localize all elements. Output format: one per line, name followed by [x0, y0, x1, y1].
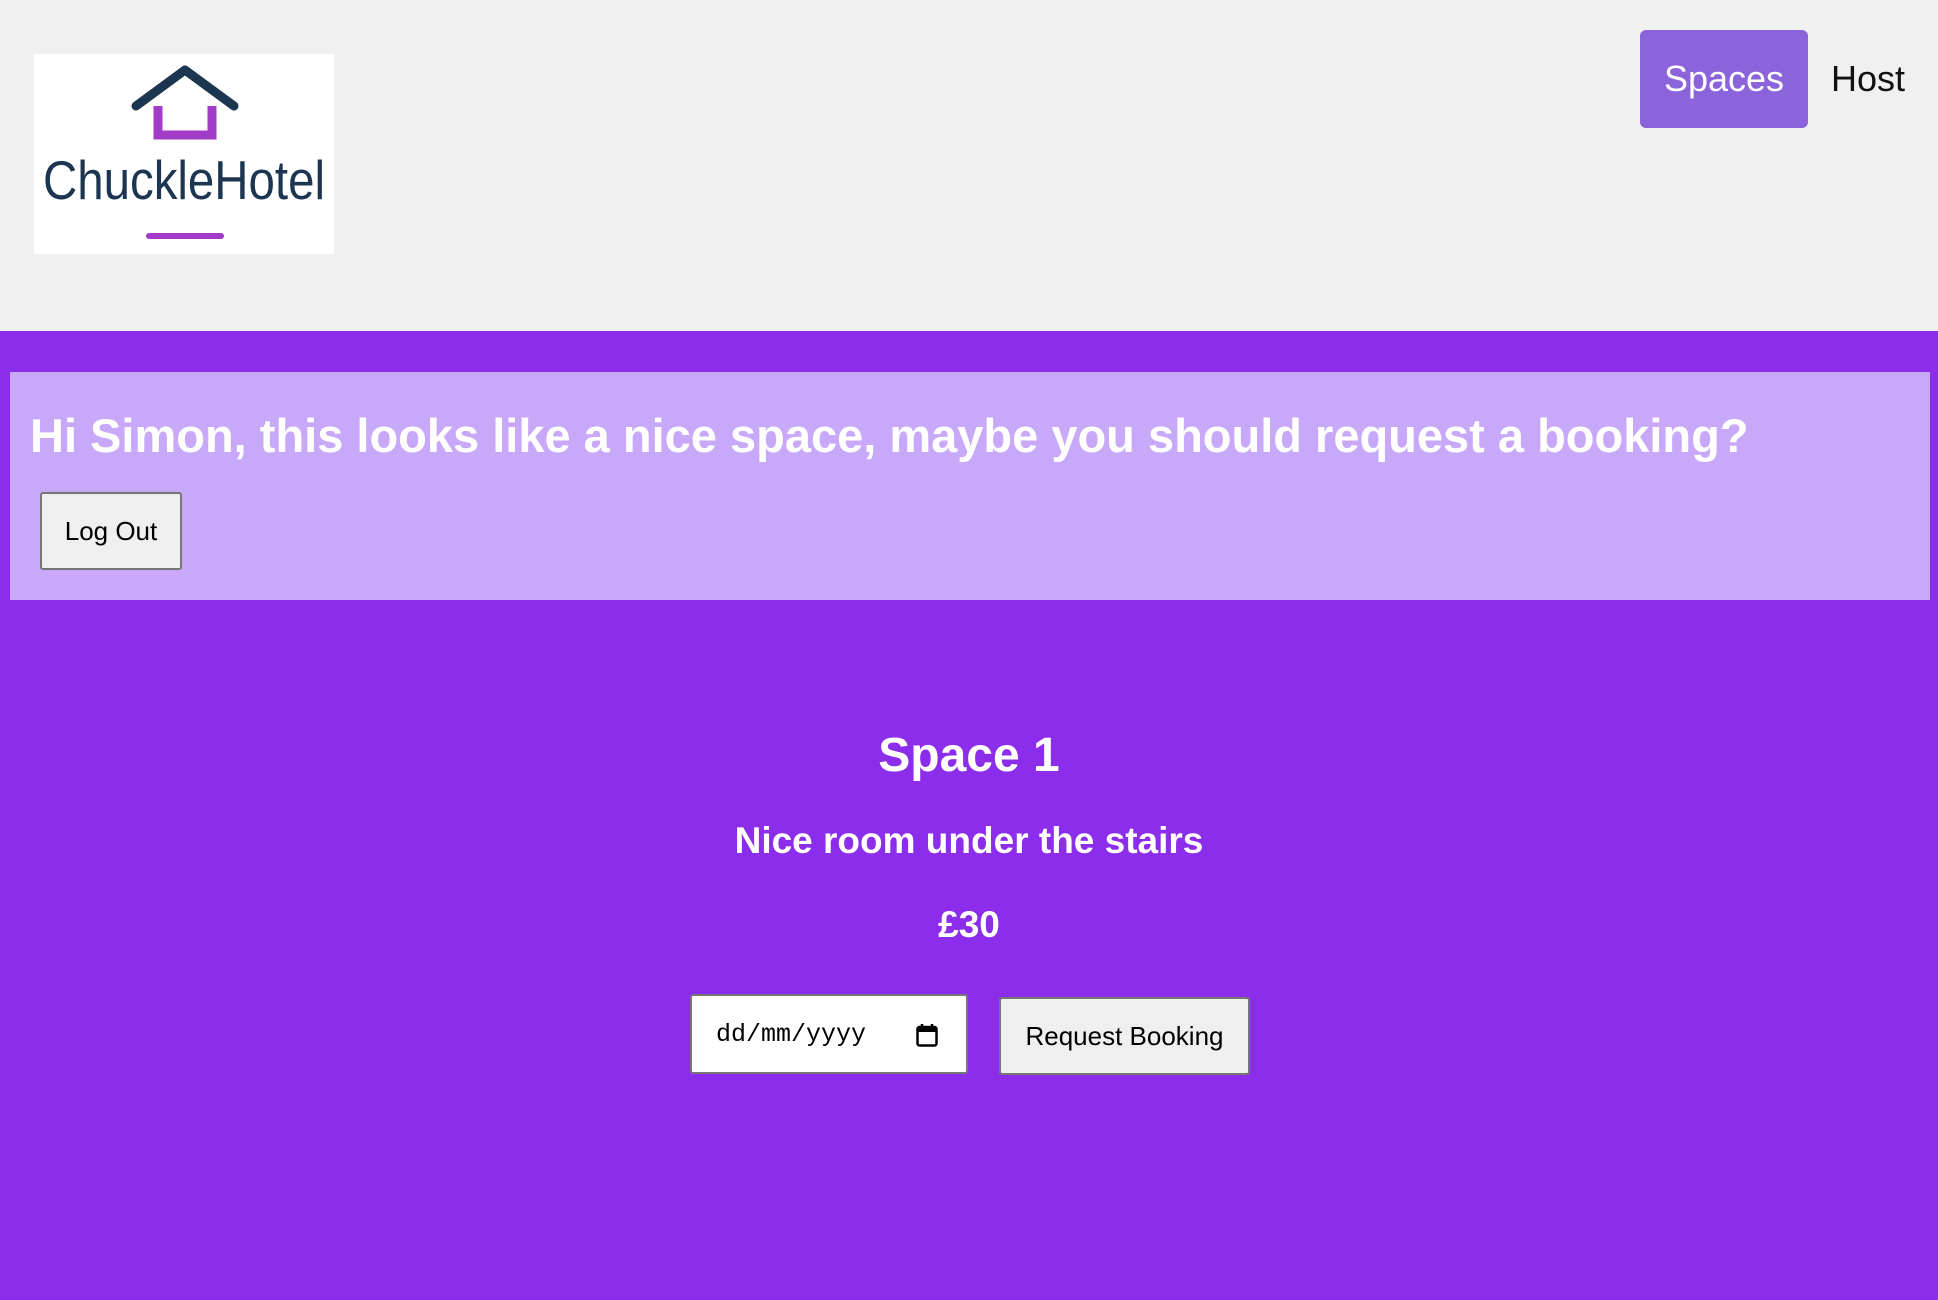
- welcome-banner: Hi Simon, this looks like a nice space, …: [10, 372, 1930, 600]
- log-out-button[interactable]: Log Out: [40, 492, 182, 570]
- nav-host-link[interactable]: Host: [1831, 30, 1921, 128]
- space-price: £30: [938, 904, 1000, 945]
- booking-date-input[interactable]: dd/mm/yyyy: [690, 994, 968, 1074]
- request-booking-button[interactable]: Request Booking: [999, 997, 1250, 1075]
- calendar-icon[interactable]: [916, 1023, 938, 1047]
- chucklehotel-logo[interactable]: ChuckleHotel: [34, 54, 334, 254]
- house-icon: ChuckleHotel: [43, 65, 325, 239]
- date-placeholder: dd/mm/yyyy: [716, 1020, 867, 1049]
- greeting-message: Hi Simon, this looks like a nice space, …: [30, 409, 1749, 462]
- logo-wordmark: ChuckleHotel: [43, 149, 325, 211]
- top-bar: ChuckleHotel Spaces Host: [0, 0, 1938, 331]
- space-title: Space 1: [878, 729, 1060, 782]
- space-description: Nice room under the stairs: [734, 820, 1204, 861]
- nav-spaces-link[interactable]: Spaces: [1640, 30, 1808, 128]
